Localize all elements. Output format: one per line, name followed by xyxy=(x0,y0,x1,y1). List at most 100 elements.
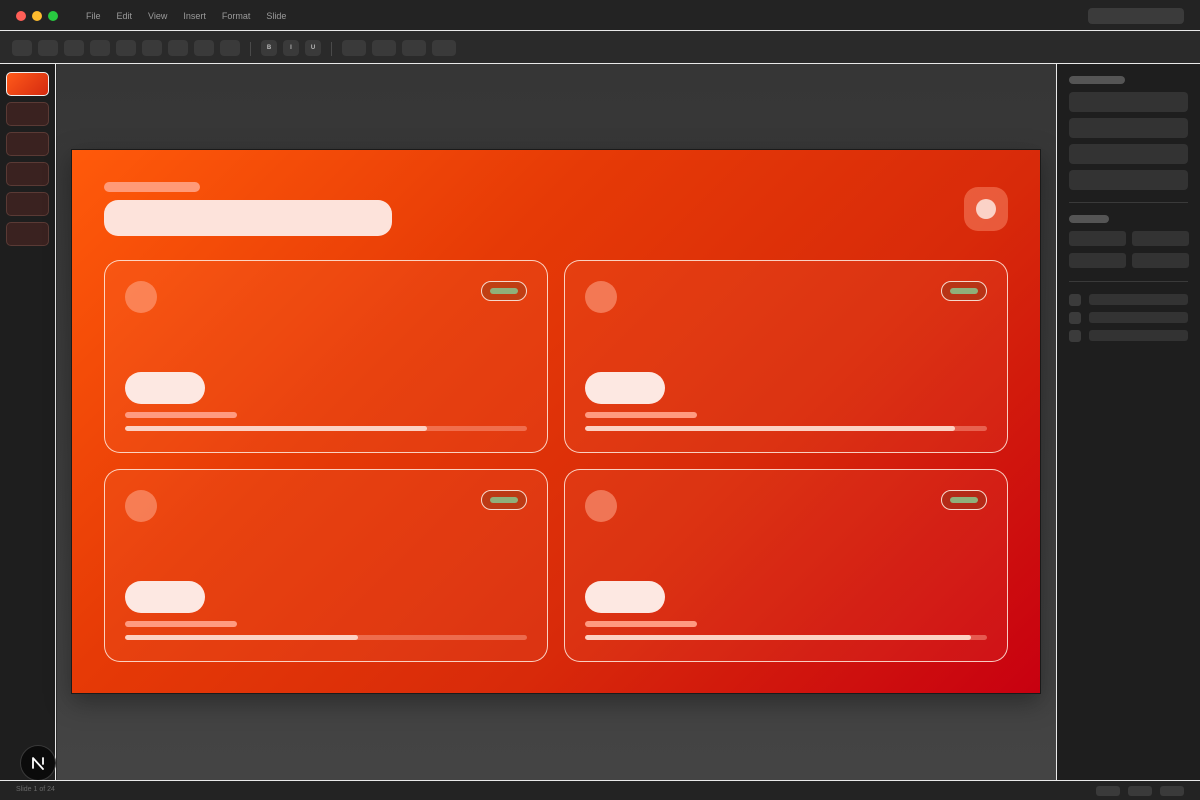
toolbar-button-2[interactable] xyxy=(38,40,58,56)
inspector-divider xyxy=(1069,281,1188,282)
inspector-field[interactable] xyxy=(1069,253,1126,268)
menu-insert[interactable]: Insert xyxy=(183,10,206,22)
progress-fill xyxy=(585,635,971,640)
badge-indicator xyxy=(950,288,978,294)
progress-fill xyxy=(125,635,359,640)
menu-file[interactable]: File xyxy=(86,10,101,22)
slide-thumbnail[interactable] xyxy=(6,72,49,96)
card-value-placeholder xyxy=(585,372,665,404)
inspector-field[interactable] xyxy=(1069,118,1188,138)
toolbar-button-6[interactable] xyxy=(142,40,162,56)
inspector-checkbox[interactable] xyxy=(1069,330,1081,342)
progress-bar xyxy=(125,635,527,640)
minimize-window-button[interactable] xyxy=(32,11,42,21)
slide-eyebrow-placeholder xyxy=(104,182,200,192)
toolbar-button-11[interactable] xyxy=(372,40,396,56)
slide-indicator: Slide 1 of 24 xyxy=(16,786,55,793)
toolbar-button-9[interactable] xyxy=(220,40,240,56)
card-label-placeholder xyxy=(585,621,697,627)
slide-thumbnail[interactable] xyxy=(6,132,49,156)
status-badge xyxy=(941,490,987,510)
inspector-option xyxy=(1089,330,1188,341)
toolbar-divider xyxy=(331,42,332,56)
card-value-placeholder xyxy=(125,581,205,613)
inspector-field[interactable] xyxy=(1069,170,1188,190)
badge-indicator xyxy=(490,288,518,294)
status-badge xyxy=(941,281,987,301)
close-window-button[interactable] xyxy=(16,11,26,21)
circle-icon xyxy=(976,199,996,219)
inspector-heading xyxy=(1069,215,1109,223)
search-field[interactable] xyxy=(1088,8,1184,24)
slide-title-placeholder[interactable] xyxy=(104,200,392,236)
progress-bar xyxy=(585,635,987,640)
status-button[interactable] xyxy=(1096,786,1120,796)
status-bar: Slide 1 of 24 xyxy=(0,780,1200,800)
slide-thumbnail[interactable] xyxy=(6,222,49,246)
status-badge xyxy=(481,281,527,301)
inspector-option xyxy=(1089,312,1188,323)
toolbar-button-7[interactable] xyxy=(168,40,188,56)
menu-edit[interactable]: Edit xyxy=(117,10,133,22)
status-button[interactable] xyxy=(1128,786,1152,796)
toolbar-button-8[interactable] xyxy=(194,40,214,56)
card-icon xyxy=(125,490,157,522)
inspector-divider xyxy=(1069,202,1188,203)
bold-button[interactable]: B xyxy=(261,40,277,56)
toolbar-divider xyxy=(250,42,251,56)
status-badge xyxy=(481,490,527,510)
stat-card[interactable] xyxy=(564,260,1008,453)
stat-card[interactable] xyxy=(564,469,1008,662)
card-label-placeholder xyxy=(125,412,237,418)
menu-view[interactable]: View xyxy=(148,10,167,22)
slide-canvas xyxy=(57,64,1056,780)
card-label-placeholder xyxy=(125,621,237,627)
slide-thumbnail[interactable] xyxy=(6,162,49,186)
toolbar-button-4[interactable] xyxy=(90,40,110,56)
inspector-panel xyxy=(1056,64,1200,780)
slide-thumbnail[interactable] xyxy=(6,102,49,126)
underline-button[interactable]: U xyxy=(305,40,321,56)
slide-thumbnail[interactable] xyxy=(6,192,49,216)
maximize-window-button[interactable] xyxy=(48,11,58,21)
card-value-placeholder xyxy=(585,581,665,613)
n-logo-icon xyxy=(32,757,44,770)
card-icon xyxy=(125,281,157,313)
toolbar-button-12[interactable] xyxy=(402,40,426,56)
app-logo-icon[interactable] xyxy=(20,745,56,781)
menu-bar: File Edit View Insert Format Slide xyxy=(86,10,302,22)
toolbar-button-10[interactable] xyxy=(342,40,366,56)
progress-fill xyxy=(585,426,955,431)
stat-card[interactable] xyxy=(104,469,548,662)
toolbar-button-1[interactable] xyxy=(12,40,32,56)
inspector-field[interactable] xyxy=(1069,92,1188,112)
slide[interactable] xyxy=(71,149,1041,694)
card-icon xyxy=(585,281,617,313)
inspector-field[interactable] xyxy=(1069,144,1188,164)
inspector-field[interactable] xyxy=(1069,231,1126,246)
toolbar: B I U xyxy=(0,32,1200,64)
progress-bar xyxy=(125,426,527,431)
menu-format[interactable]: Format xyxy=(222,10,251,22)
inspector-field[interactable] xyxy=(1132,231,1189,246)
status-button[interactable] xyxy=(1160,786,1184,796)
toolbar-button-13[interactable] xyxy=(432,40,456,56)
inspector-field[interactable] xyxy=(1132,253,1189,268)
toolbar-button-3[interactable] xyxy=(64,40,84,56)
menu-slide[interactable]: Slide xyxy=(266,10,286,22)
slide-thumbnail-rail xyxy=(0,64,56,780)
badge-indicator xyxy=(490,497,518,503)
inspector-option xyxy=(1089,294,1188,305)
inspector-heading xyxy=(1069,76,1125,84)
inspector-checkbox[interactable] xyxy=(1069,312,1081,324)
progress-bar xyxy=(585,426,987,431)
stat-card[interactable] xyxy=(104,260,548,453)
badge-indicator xyxy=(950,497,978,503)
card-value-placeholder xyxy=(125,372,205,404)
progress-fill xyxy=(125,426,427,431)
slide-action-button[interactable] xyxy=(964,187,1008,231)
italic-button[interactable]: I xyxy=(283,40,299,56)
toolbar-button-5[interactable] xyxy=(116,40,136,56)
card-label-placeholder xyxy=(585,412,697,418)
inspector-checkbox[interactable] xyxy=(1069,294,1081,306)
